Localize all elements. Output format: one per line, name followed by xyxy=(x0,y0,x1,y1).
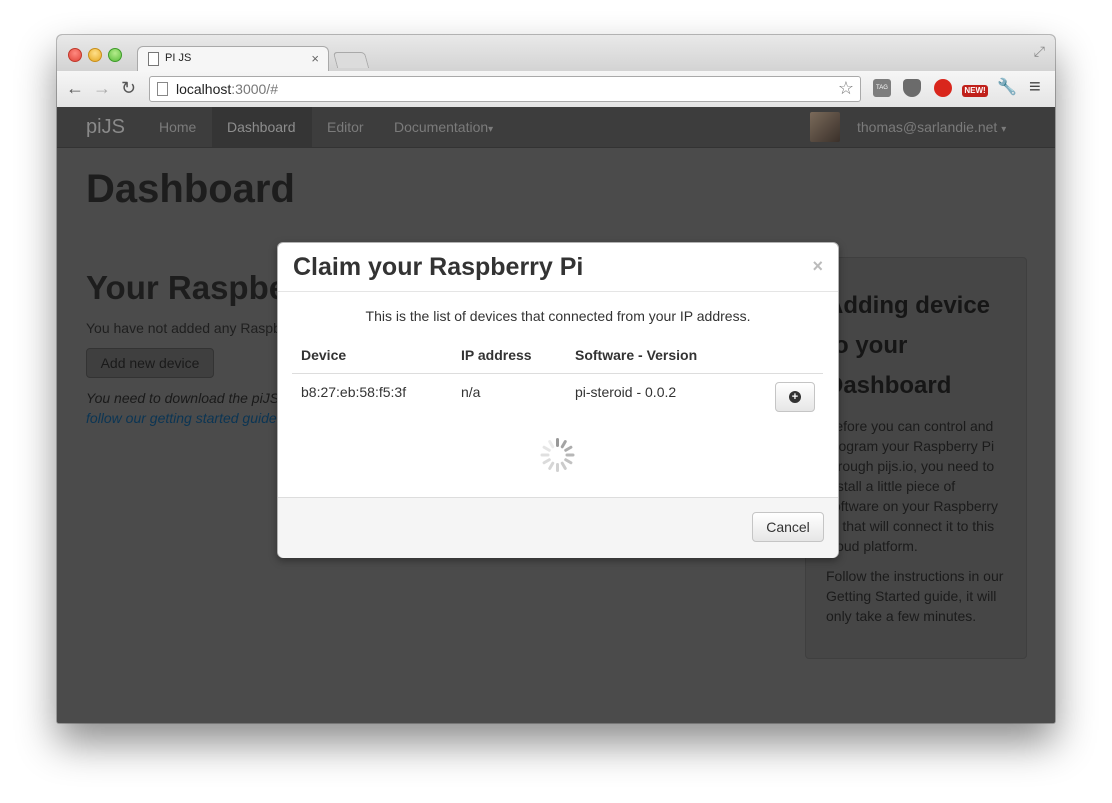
pocket-extension-icon[interactable] xyxy=(903,79,921,97)
wrench-icon[interactable]: 🔧 xyxy=(997,79,1017,97)
url-text[interactable]: localhost:3000/# xyxy=(176,81,278,97)
forward-icon[interactable]: → xyxy=(93,79,111,97)
browser-window: PI JS × ⤢ ← → ↻ localhost:3000/# ☆ TAG N… xyxy=(57,35,1055,723)
close-icon[interactable]: × xyxy=(812,256,823,277)
tag-extension-icon[interactable]: TAG xyxy=(873,79,891,97)
back-icon[interactable]: ← xyxy=(66,79,84,97)
device-id-cell: b8:27:eb:58:f5:3f xyxy=(301,384,407,400)
bookmark-star-icon[interactable]: ☆ xyxy=(838,78,854,99)
modal-intro: This is the list of devices that connect… xyxy=(365,308,751,324)
adblock-extension-icon[interactable] xyxy=(934,79,952,97)
new-extension-icon[interactable]: NEW! xyxy=(962,85,988,97)
new-tab-button[interactable] xyxy=(332,52,370,68)
tab-strip: PI JS × ⤢ xyxy=(57,35,1055,72)
zoom-window-button[interactable] xyxy=(108,48,122,62)
modal-title: Claim your Raspberry Pi xyxy=(293,253,584,281)
column-header-software: Software - Version xyxy=(575,347,698,363)
menu-icon[interactable]: ≡ xyxy=(1029,77,1041,97)
reload-icon[interactable]: ↻ xyxy=(121,79,136,97)
column-header-ip: IP address xyxy=(461,347,532,363)
fullscreen-icon[interactable]: ⤢ xyxy=(1034,43,1045,60)
table-divider xyxy=(292,373,823,374)
browser-tab[interactable]: PI JS × xyxy=(137,46,329,72)
address-bar[interactable]: localhost:3000/# ☆ xyxy=(149,76,861,102)
tab-title: PI JS xyxy=(165,52,192,64)
plus-circle-icon: + xyxy=(789,391,801,403)
column-header-device: Device xyxy=(301,347,347,363)
page-content: piJS Home Dashboard Editor Documentation… xyxy=(57,107,1055,723)
minimize-window-button[interactable] xyxy=(88,48,102,62)
modal-footer: Cancel xyxy=(278,497,838,558)
page-icon xyxy=(148,52,159,66)
modal-header: Claim your Raspberry Pi × xyxy=(278,243,838,292)
loading-spinner-icon xyxy=(540,438,575,472)
browser-toolbar: ← → ↻ localhost:3000/# ☆ TAG NEW! 🔧 ≡ xyxy=(57,71,1055,108)
claim-device-modal: Claim your Raspberry Pi × This is the li… xyxy=(277,242,839,558)
ip-cell: n/a xyxy=(461,384,481,400)
claim-device-button[interactable]: + xyxy=(775,382,815,412)
cancel-button[interactable]: Cancel xyxy=(752,512,824,542)
close-window-button[interactable] xyxy=(68,48,82,62)
tab-close-icon[interactable]: × xyxy=(311,51,319,66)
software-cell: pi-steroid - 0.0.2 xyxy=(575,384,677,400)
page-icon xyxy=(157,82,168,96)
